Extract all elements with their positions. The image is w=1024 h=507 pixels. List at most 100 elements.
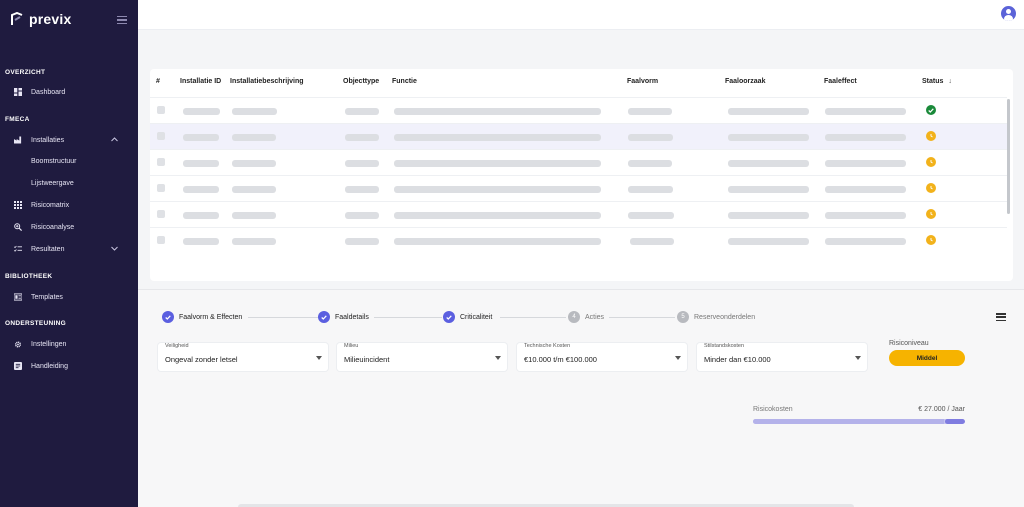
table-row[interactable] xyxy=(150,97,1007,123)
sidebar-item-instellingen[interactable]: Instellingen xyxy=(0,336,138,352)
templates-icon xyxy=(14,293,22,301)
sidebar-item-label: Handleiding xyxy=(31,362,68,370)
zoom-analysis-icon xyxy=(14,223,22,231)
skeleton-cell xyxy=(728,186,809,193)
skeleton-cell xyxy=(628,134,673,141)
sidebar-item-lijstweergave[interactable]: Lijstweergave xyxy=(0,175,138,191)
skeleton-cell xyxy=(345,238,379,245)
check-icon xyxy=(443,311,455,323)
check-icon xyxy=(318,311,330,323)
sidebar-item-handleiding[interactable]: Handleiding xyxy=(0,358,138,374)
sidebar-item-risicomatrix[interactable]: Risicomatrix xyxy=(0,197,138,213)
table-row[interactable] xyxy=(150,227,1007,253)
logo[interactable]: previx xyxy=(11,11,71,27)
row-checkbox[interactable] xyxy=(157,236,165,244)
column-header-status[interactable]: Status ↓ xyxy=(922,78,952,85)
column-header-installatie-id[interactable]: Installatie ID xyxy=(180,78,221,85)
table-row[interactable] xyxy=(150,175,1007,201)
sidebar-item-resultaten[interactable]: Resultaten xyxy=(0,241,138,257)
skeleton-cell xyxy=(628,108,672,115)
step-faalvorm-effecten[interactable]: Faalvorm & Effecten xyxy=(162,311,242,323)
status-pending-icon xyxy=(926,183,936,193)
skeleton-cell xyxy=(825,134,906,141)
step-label: Faaldetails xyxy=(335,313,369,321)
skeleton-cell xyxy=(232,160,276,167)
grid-icon xyxy=(14,201,22,209)
sidebar-item-templates[interactable]: Templates xyxy=(0,289,138,305)
skeleton-cell xyxy=(232,134,276,141)
row-checkbox[interactable] xyxy=(157,132,165,140)
sidebar-item-label: Templates xyxy=(31,293,63,301)
dropdown-caret-icon[interactable] xyxy=(675,356,681,360)
step-label: Acties xyxy=(585,313,605,321)
row-checkbox[interactable] xyxy=(157,106,165,114)
chevron-up-icon[interactable] xyxy=(111,136,118,144)
sort-down-arrow-icon[interactable]: ↓ xyxy=(948,78,952,85)
table-row[interactable] xyxy=(150,123,1007,149)
sidebar-item-label: Installaties xyxy=(31,136,65,144)
step-label: Reserveonderdelen xyxy=(694,313,756,321)
status-pending-icon xyxy=(926,209,936,219)
factory-icon xyxy=(14,136,22,144)
column-header-index[interactable]: # xyxy=(156,78,160,85)
field-label: Milieu xyxy=(344,343,359,349)
step-faaldetails[interactable]: Faaldetails xyxy=(318,311,369,323)
menu-icon[interactable] xyxy=(996,313,1006,321)
skeleton-cell xyxy=(728,160,809,167)
sidebar-item-label: Lijstweergave xyxy=(31,179,74,187)
step-label: Criticaliteit xyxy=(460,313,493,321)
section-ondersteuning: ONDERSTEUNING xyxy=(5,320,66,327)
skeleton-cell xyxy=(728,108,809,115)
skeleton-cell xyxy=(345,160,379,167)
column-header-faaloorzaak[interactable]: Faaloorzaak xyxy=(725,78,765,85)
gear-icon xyxy=(14,340,22,348)
row-checkbox[interactable] xyxy=(157,158,165,166)
row-checkbox[interactable] xyxy=(157,210,165,218)
skeleton-cell xyxy=(394,134,601,141)
milieu-select[interactable]: Milieu Milieuincident xyxy=(337,343,507,371)
risk-level-label: Risiconiveau xyxy=(889,340,929,347)
step-criticaliteit[interactable]: Criticaliteit xyxy=(443,311,492,323)
column-header-functie[interactable]: Functie xyxy=(392,78,417,85)
skeleton-cell xyxy=(345,134,379,141)
step-reserveonderdelen[interactable]: 5 Reserveonderdelen xyxy=(677,311,755,323)
column-header-installatiebeschrijving[interactable]: Installatiebeschrijving xyxy=(230,78,304,85)
skeleton-cell xyxy=(628,212,674,219)
collapse-menu-icon[interactable] xyxy=(117,16,127,24)
step-connector xyxy=(609,317,675,318)
technische-kosten-select[interactable]: Technische Kosten €10.000 t/m €100.000 xyxy=(517,343,687,371)
table-row[interactable] xyxy=(150,149,1007,175)
dropdown-caret-icon[interactable] xyxy=(316,356,322,360)
skeleton-cell xyxy=(394,108,601,115)
column-header-objecttype[interactable]: Objecttype xyxy=(343,78,379,85)
sidebar-item-boomstructuur[interactable]: Boomstructuur xyxy=(0,153,138,169)
veiligheid-select[interactable]: Veiligheid Ongeval zonder letsel xyxy=(158,343,328,371)
previx-logo-icon xyxy=(11,12,23,25)
installations-table: # Installatie ID Installatiebeschrijving… xyxy=(150,69,1013,281)
skeleton-cell xyxy=(394,160,601,167)
status-pending-icon xyxy=(926,131,936,141)
stilstandskosten-select[interactable]: Stilstandskosten Minder dan €10.000 xyxy=(697,343,867,371)
table-scrollbar[interactable] xyxy=(1007,99,1010,214)
sidebar: previx OVERZICHT Dashboard FMECA Install… xyxy=(0,0,138,507)
dropdown-caret-icon[interactable] xyxy=(855,356,861,360)
user-avatar-icon[interactable] xyxy=(1001,6,1016,21)
skeleton-cell xyxy=(183,238,219,245)
skeleton-cell xyxy=(183,186,219,193)
table-row[interactable] xyxy=(150,201,1007,227)
column-header-faaleffect[interactable]: Faaleffect xyxy=(824,78,857,85)
step-acties[interactable]: 4 Acties xyxy=(568,311,604,323)
column-header-faalvorm[interactable]: Faalvorm xyxy=(627,78,658,85)
skeleton-cell xyxy=(394,212,601,219)
sidebar-item-risicoanalyse[interactable]: Risicoanalyse xyxy=(0,219,138,235)
step-label: Faalvorm & Effecten xyxy=(179,313,243,321)
sidebar-item-dashboard[interactable]: Dashboard xyxy=(0,84,138,100)
sidebar-item-installaties[interactable]: Installaties xyxy=(0,132,138,148)
skeleton-cell xyxy=(183,160,219,167)
row-checkbox[interactable] xyxy=(157,184,165,192)
step-connector xyxy=(248,317,318,318)
chevron-down-icon[interactable] xyxy=(111,246,118,253)
section-overzicht: OVERZICHT xyxy=(5,69,46,76)
dropdown-caret-icon[interactable] xyxy=(495,356,501,360)
top-bar xyxy=(138,0,1024,30)
